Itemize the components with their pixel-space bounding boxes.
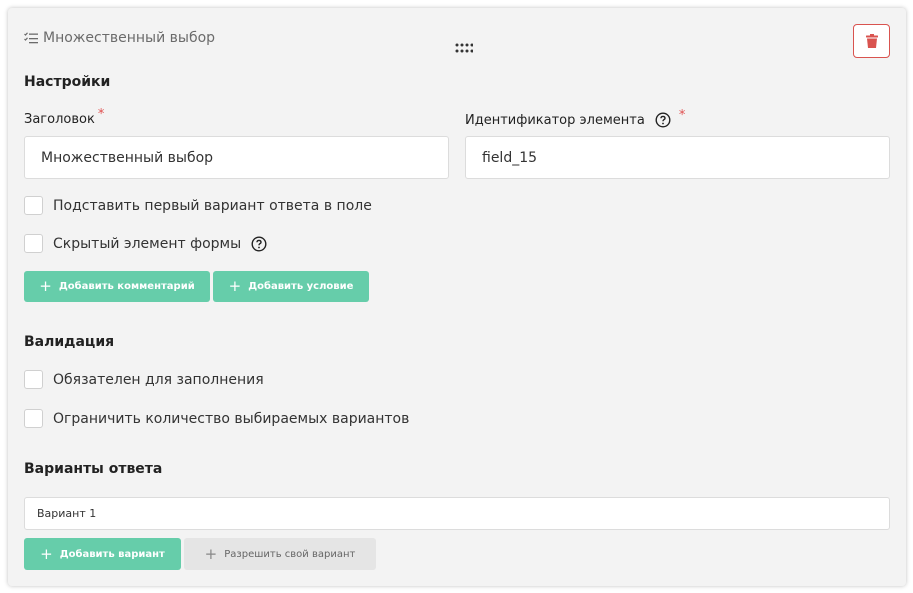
element-id-input[interactable]: field_15 — [465, 136, 890, 179]
heading-label: Заголовок * — [24, 107, 104, 127]
drag-handle-icon[interactable] — [455, 38, 474, 57]
add-option-button[interactable]: + Добавить вариант — [24, 538, 181, 570]
required-field-checkbox-row[interactable]: Обязателен для заполнения — [24, 370, 264, 389]
heading-label-text: Заголовок — [24, 112, 95, 127]
allow-custom-option-label: Разрешить свой вариант — [224, 548, 356, 560]
limit-options-checkbox-row[interactable]: Ограничить количество выбираемых вариант… — [24, 409, 409, 428]
list-check-icon — [24, 32, 38, 44]
first-option-label: Подставить первый вариант ответа в поле — [53, 197, 372, 214]
validation-title: Валидация — [24, 334, 115, 350]
add-condition-button[interactable]: + Добавить условие — [213, 271, 369, 302]
plus-icon: + — [40, 544, 53, 563]
help-icon[interactable] — [251, 235, 267, 252]
required-mark: * — [97, 107, 105, 122]
element-id-label: Идентификатор элемента * — [465, 108, 685, 128]
first-option-checkbox[interactable] — [24, 196, 43, 215]
heading-input[interactable]: Множественный выбор — [24, 136, 449, 179]
plus-icon: + — [228, 277, 242, 295]
hidden-element-label: Скрытый элемент формы — [53, 235, 242, 252]
plus-icon: + — [39, 277, 52, 295]
hidden-element-checkbox[interactable] — [24, 234, 43, 253]
limit-options-checkbox[interactable] — [24, 409, 43, 428]
required-field-label: Обязателен для заполнения — [53, 371, 264, 388]
delete-button[interactable] — [853, 24, 890, 58]
field-editor-card: Множественный выбор Настройки Заголовок … — [8, 8, 906, 586]
first-option-checkbox-row[interactable]: Подставить первый вариант ответа в поле — [24, 196, 372, 215]
add-comment-button[interactable]: + Добавить комментарий — [24, 271, 210, 302]
add-condition-label: Добавить условие — [248, 281, 354, 292]
required-mark: * — [678, 107, 686, 123]
limit-options-label: Ограничить количество выбираемых вариант… — [53, 410, 410, 427]
element-id-label-text: Идентификатор элемента — [465, 112, 645, 128]
required-field-checkbox[interactable] — [24, 370, 43, 389]
option-input[interactable]: Вариант 1 — [24, 497, 890, 530]
hidden-element-checkbox-row[interactable]: Скрытый элемент формы — [24, 234, 267, 253]
field-type-label: Множественный выбор — [43, 30, 216, 46]
add-comment-label: Добавить комментарий — [58, 281, 195, 292]
settings-title: Настройки — [24, 74, 111, 90]
answer-options-title: Варианты ответа — [24, 461, 163, 477]
add-option-label: Добавить вариант — [59, 548, 165, 560]
field-type-header: Множественный выбор — [24, 30, 215, 46]
help-icon[interactable] — [655, 112, 671, 128]
plus-icon: + — [204, 544, 218, 563]
allow-custom-option-button[interactable]: + Разрешить свой вариант — [184, 538, 376, 570]
trash-icon — [865, 34, 878, 48]
